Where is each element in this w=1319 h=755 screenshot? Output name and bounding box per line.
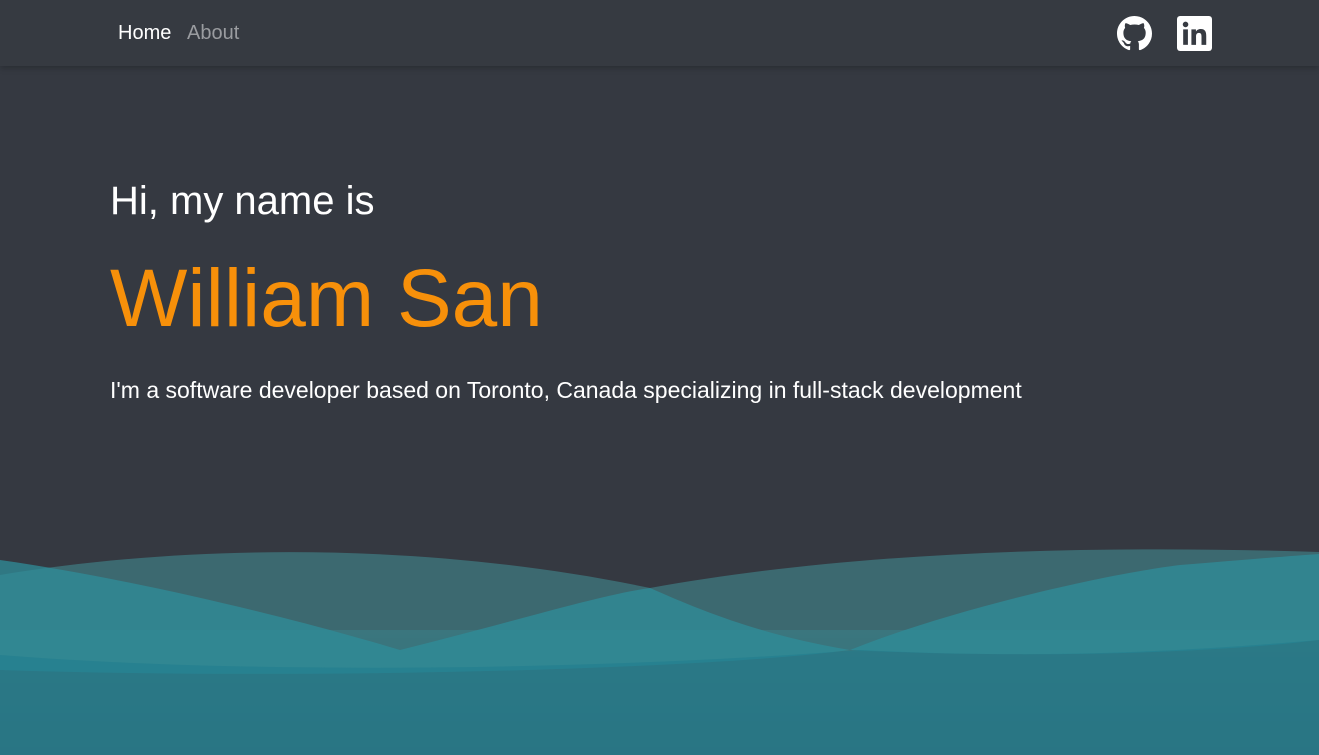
wave-decoration: [0, 549, 1319, 755]
hero-tagline: I'm a software developer based on Toront…: [110, 377, 1022, 403]
nav-link-home[interactable]: Home: [118, 21, 171, 45]
nav-link-about[interactable]: About: [187, 21, 239, 45]
top-navbar: Home About: [0, 0, 1319, 66]
linkedin-icon: [1177, 16, 1212, 51]
hero-name: William San: [110, 253, 543, 344]
linkedin-link[interactable]: [1177, 16, 1212, 51]
github-icon: [1117, 16, 1152, 51]
github-link[interactable]: [1117, 16, 1152, 51]
hero-greeting: Hi, my name is: [110, 179, 375, 223]
